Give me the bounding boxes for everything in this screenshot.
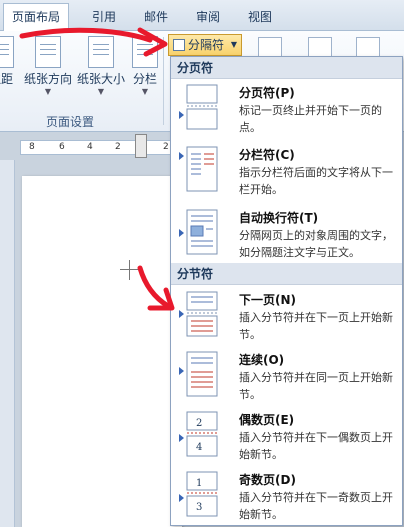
margins-label: 边距 xyxy=(0,72,13,86)
arrow-indicator-icon xyxy=(179,367,184,375)
ruler-tick: 2 xyxy=(115,142,121,152)
arrow-indicator-icon xyxy=(179,310,184,318)
group-divider xyxy=(163,37,164,125)
menu-item-desc: 插入分节符并在下一奇数页上开始新节。 xyxy=(239,491,393,521)
margins-icon xyxy=(0,36,14,68)
margins-button[interactable]: 边距 xyxy=(0,36,24,87)
text-wrapping-icon xyxy=(186,209,218,255)
breaks-icon xyxy=(173,39,185,51)
columns-button[interactable]: 分栏 ▼ xyxy=(128,36,162,97)
menu-item-title: 下一页(N) xyxy=(239,293,297,307)
menu-item-title: 分栏符(C) xyxy=(239,148,295,162)
even-page-number: 4 xyxy=(196,442,202,453)
indent-marker[interactable] xyxy=(135,134,147,158)
breaks-button[interactable]: 分隔符 ▼ xyxy=(168,34,242,56)
arrow-indicator-icon xyxy=(179,152,184,160)
tab-view[interactable]: 视图 xyxy=(240,4,280,30)
tab-review[interactable]: 审阅 xyxy=(188,4,228,30)
arrow-indicator-icon xyxy=(179,434,184,442)
breaks-dropdown-menu: 分页符 分页符(P) 标记一页终止并开始下一页的点。 分栏符(C) 指示分栏符后… xyxy=(170,56,403,526)
chevron-down-icon: ▼ xyxy=(44,87,52,96)
menu-item-continuous[interactable]: 连续(O) 插入分节符并在同一页上开始新节。 xyxy=(171,347,402,407)
menu-item-desc: 指示分栏符后面的文字将从下一栏开始。 xyxy=(239,166,393,196)
chevron-down-icon: ▼ xyxy=(97,87,105,96)
size-label: 纸张大小 xyxy=(76,72,125,86)
menu-item-title: 自动换行符(T) xyxy=(239,211,319,225)
menu-item-desc: 标记一页终止并开始下一页的点。 xyxy=(239,104,382,134)
menu-item-desc: 插入分节符并在同一页上开始新节。 xyxy=(239,371,393,401)
breaks-label: 分隔符 xyxy=(188,38,225,52)
ruler-tick: 8 xyxy=(29,142,35,152)
vertical-ruler xyxy=(0,160,15,527)
paper-size-icon xyxy=(88,36,114,68)
section-breaks-header: 分节符 xyxy=(171,263,402,285)
next-page-icon xyxy=(186,291,218,337)
page-break-icon xyxy=(186,84,218,130)
document-page[interactable] xyxy=(22,176,182,527)
menu-item-column-break[interactable]: 分栏符(C) 指示分栏符后面的文字将从下一栏开始。 xyxy=(171,142,402,204)
ruler-tick: 2 xyxy=(163,142,169,152)
menu-item-desc: 插入分节符并在下一偶数页上开始新节。 xyxy=(239,431,393,461)
columns-label: 分栏 xyxy=(132,72,157,86)
menu-item-title: 分页符(P) xyxy=(239,86,295,100)
size-button[interactable]: 纸张大小 ▼ xyxy=(75,36,127,97)
menu-item-even-page[interactable]: 2 4 偶数页(E) 插入分节符并在下一偶数页上开始新节。 xyxy=(171,407,402,467)
page-breaks-header: 分页符 xyxy=(171,57,402,79)
arrow-indicator-icon xyxy=(179,229,184,237)
orientation-label: 纸张方向 xyxy=(23,72,72,86)
menu-item-title: 连续(O) xyxy=(239,353,285,367)
menu-item-title: 偶数页(E) xyxy=(239,413,295,427)
column-break-icon xyxy=(186,146,218,192)
odd-page-number: 3 xyxy=(196,502,202,513)
chevron-down-icon: ▼ xyxy=(141,87,149,96)
tab-references[interactable]: 引用 xyxy=(84,4,124,30)
menu-item-title: 奇数页(D) xyxy=(239,473,296,487)
arrow-indicator-icon xyxy=(179,111,184,119)
ribbon-tab-bar: 页面布局 引用 邮件 审阅 视图 xyxy=(0,0,404,31)
orientation-button[interactable]: 纸张方向 ▼ xyxy=(22,36,74,97)
cursor-crosshair-icon xyxy=(120,260,140,280)
odd-page-icon: 1 3 xyxy=(186,471,218,517)
tab-mailings[interactable]: 邮件 xyxy=(136,4,176,30)
menu-item-desc: 插入分节符并在下一页上开始新节。 xyxy=(239,311,393,341)
horizontal-ruler: 8 6 4 2 2 xyxy=(20,140,172,155)
arrow-indicator-icon xyxy=(179,494,184,502)
chevron-down-icon: ▼ xyxy=(230,40,237,49)
page-setup-group-label: 页面设置 xyxy=(45,115,94,129)
menu-item-text-wrapping-break[interactable]: 自动换行符(T) 分隔网页上的对象周围的文字，如分隔题注文字与正文。 xyxy=(171,205,402,267)
even-page-number: 2 xyxy=(196,418,202,429)
ruler-tick: 6 xyxy=(59,142,65,152)
columns-icon xyxy=(132,36,158,68)
ruler-tick: 4 xyxy=(87,142,93,152)
menu-item-next-page[interactable]: 下一页(N) 插入分节符并在下一页上开始新节。 xyxy=(171,287,402,347)
menu-item-odd-page[interactable]: 1 3 奇数页(D) 插入分节符并在下一奇数页上开始新节。 xyxy=(171,467,402,525)
menu-item-page-break[interactable]: 分页符(P) 标记一页终止并开始下一页的点。 xyxy=(171,80,402,140)
tab-page-layout[interactable]: 页面布局 xyxy=(3,3,70,31)
even-page-icon: 2 4 xyxy=(186,411,218,457)
odd-page-number: 1 xyxy=(196,478,202,489)
continuous-icon xyxy=(186,351,218,397)
orientation-icon xyxy=(35,36,61,68)
menu-item-desc: 分隔网页上的对象周围的文字，如分隔题注文字与正文。 xyxy=(239,229,393,259)
